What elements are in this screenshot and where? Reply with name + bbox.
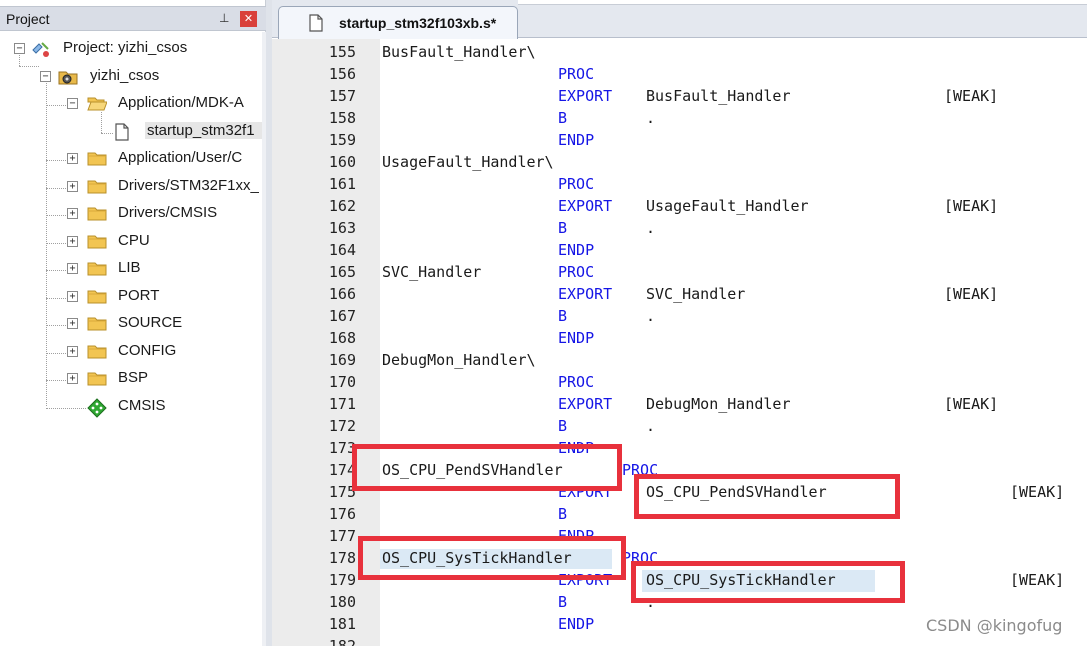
pin-icon[interactable]: ⊥ [219, 11, 229, 25]
line-number: 178 [328, 549, 356, 567]
line-number: 174 [328, 461, 356, 479]
tab-startup-file[interactable]: startup_stm32f103xb.s* [278, 6, 518, 39]
code-token-label: DebugMon_Handler\ [382, 351, 536, 369]
line-number: 177 [328, 527, 356, 545]
code-line: 160 UsageFault_Handler\ [0, 153, 1087, 175]
line-number: 175 [328, 483, 356, 501]
code-token-op: B [558, 109, 568, 127]
code-token-op: B [558, 593, 568, 611]
code-line: 169 DebugMon_Handler\ [0, 351, 1087, 373]
line-number: 159 [328, 131, 356, 149]
code-token-attr: [WEAK] [944, 87, 999, 105]
code-token-label: UsageFault_Handler\ [382, 153, 554, 171]
annotation-box [631, 561, 905, 603]
line-number: 176 [328, 505, 356, 523]
code-token-arg: DebugMon_Handler [646, 395, 791, 413]
code-line: 165 SVC_Handler PROC [0, 263, 1087, 285]
code-token-op: B [558, 417, 568, 435]
code-line: 156 PROC [0, 65, 1087, 87]
line-number: 173 [328, 439, 356, 457]
code-token-op: EXPORT [558, 197, 613, 215]
code-token-attr: [WEAK] [944, 285, 999, 303]
code-token-arg: . [646, 417, 656, 435]
watermark: CSDN @kingofug [926, 616, 1063, 635]
code-token-op: PROC [558, 65, 595, 83]
line-number: 161 [328, 175, 356, 193]
line-number: 171 [328, 395, 356, 413]
line-number: 182 [328, 637, 356, 646]
line-number: 166 [328, 285, 356, 303]
code-token-op: EXPORT [558, 285, 613, 303]
code-token-op: PROC [558, 263, 595, 281]
code-line: 161 PROC [0, 175, 1087, 197]
line-number: 158 [328, 109, 356, 127]
line-number: 169 [328, 351, 356, 369]
tab-label: startup_stm32f103xb.s* [339, 15, 497, 31]
line-number: 157 [328, 87, 356, 105]
code-token-arg: UsageFault_Handler [646, 197, 809, 215]
code-line: 170 PROC [0, 373, 1087, 395]
code-line: 162 EXPORT UsageFault_Handler [WEAK] [0, 197, 1087, 219]
code-line: 164 ENDP [0, 241, 1087, 263]
code-line: 182 [0, 637, 1087, 646]
annotation-box [358, 536, 626, 580]
close-icon[interactable]: ✕ [240, 11, 257, 27]
project-panel-header: Project ⊥ ✕ [0, 6, 266, 31]
code-token-arg: . [646, 109, 656, 127]
code-line: 168 ENDP [0, 329, 1087, 351]
code-line: 167 B. [0, 307, 1087, 329]
code-token-arg: . [646, 307, 656, 325]
code-token-op: B [558, 219, 568, 237]
code-line: 171 EXPORT DebugMon_Handler [WEAK] [0, 395, 1087, 417]
line-number: 155 [328, 43, 356, 61]
line-number: 156 [328, 65, 356, 83]
code-token-op: PROC [558, 175, 595, 193]
line-number: 172 [328, 417, 356, 435]
code-line: 172 B. [0, 417, 1087, 439]
line-number: 162 [328, 197, 356, 215]
code-line: 181 ENDP [0, 615, 1087, 637]
line-number: 165 [328, 263, 356, 281]
line-number: 160 [328, 153, 356, 171]
code-token-arg: SVC_Handler [646, 285, 746, 303]
line-number: 170 [328, 373, 356, 391]
file-icon [309, 14, 323, 32]
annotation-box [352, 444, 622, 491]
line-number: 168 [328, 329, 356, 347]
annotation-box [634, 474, 900, 519]
code-line: 159 ENDP [0, 131, 1087, 153]
code-token-arg: BusFault_Handler [646, 87, 791, 105]
line-number: 164 [328, 241, 356, 259]
code-token-label: SVC_Handler [382, 263, 482, 281]
line-number: 167 [328, 307, 356, 325]
code-line: 163 B. [0, 219, 1087, 241]
code-line: 176 B. [0, 505, 1087, 527]
tab-bar-top-edge [518, 0, 1087, 5]
code-token-arg: . [646, 219, 656, 237]
code-token-label: BusFault_Handler\ [382, 43, 536, 61]
code-line: 157 EXPORT BusFault_Handler [WEAK] [0, 87, 1087, 109]
code-token-op: ENDP [558, 615, 595, 633]
code-line: 158 B. [0, 109, 1087, 131]
code-token-op: ENDP [558, 131, 595, 149]
code-token-op: B [558, 505, 568, 523]
line-number: 163 [328, 219, 356, 237]
code-token-attr: [WEAK] [1010, 571, 1065, 589]
code-token-op: ENDP [558, 329, 595, 347]
line-number: 179 [328, 571, 356, 589]
code-token-op: PROC [558, 373, 595, 391]
code-token-attr: [WEAK] [944, 197, 999, 215]
line-number: 180 [328, 593, 356, 611]
code-line: 166 EXPORT SVC_Handler [WEAK] [0, 285, 1087, 307]
code-token-op: B [558, 307, 568, 325]
code-line: 180 B. [0, 593, 1087, 615]
code-token-op: ENDP [558, 241, 595, 259]
line-number: 181 [328, 615, 356, 633]
code-token-op: EXPORT [558, 87, 613, 105]
code-token-op: EXPORT [558, 395, 613, 413]
code-token-attr: [WEAK] [1010, 483, 1065, 501]
code-token-attr: [WEAK] [944, 395, 999, 413]
code-line: 155 BusFault_Handler\ [0, 43, 1087, 65]
project-panel-title: Project [6, 11, 50, 27]
